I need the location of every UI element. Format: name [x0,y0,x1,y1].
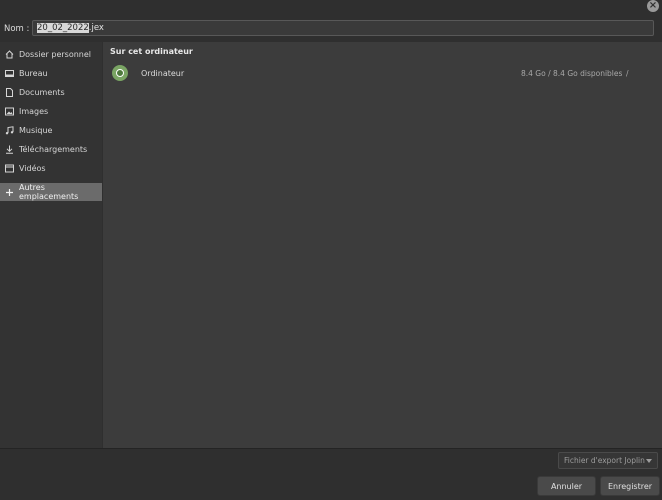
name-label: Nom : [4,24,30,34]
filename-selected-text: 20_02_2022 [37,23,89,33]
sidebar-item-label: Vidéos [19,163,46,173]
sidebar-item-label: Musique [19,125,53,135]
locations-pane: Sur cet ordinateur Ordinateur 8.4 Go / 8… [103,42,662,448]
music-icon [5,125,14,135]
location-path: / [626,69,629,78]
footer-divider [0,448,662,449]
section-title: Sur cet ordinateur [110,47,193,56]
cancel-button[interactable]: Annuler [537,476,596,496]
sidebar-item-label: Téléchargements [19,144,88,154]
sidebar-item-videos[interactable]: Vidéos [0,159,102,177]
location-space: 8.4 Go / 8.4 Go disponibles [521,69,623,78]
drive-icon [112,65,128,81]
sidebar-item-images[interactable]: Images [0,102,102,120]
location-row[interactable]: Ordinateur 8.4 Go / 8.4 Go disponibles / [103,62,662,86]
save-button[interactable]: Enregistrer [600,476,660,496]
download-icon [5,145,14,154]
chevron-down-icon [646,459,652,463]
file-type-value: Fichier d'export Joplin [564,456,645,465]
sidebar-item-other-locations[interactable]: Autres emplacements [0,183,102,201]
file-type-select[interactable]: Fichier d'export Joplin [558,452,658,469]
sidebar-item-documents[interactable]: Documents [0,83,102,101]
plus-icon [5,188,14,197]
sidebar: Dossier personnel Bureau Documents Image… [0,42,102,448]
desktop-icon [5,69,14,78]
sidebar-item-label: Bureau [19,68,48,78]
location-name: Ordinateur [141,69,185,78]
sidebar-item-downloads[interactable]: Téléchargements [0,140,102,158]
document-icon [5,87,14,97]
sidebar-item-home[interactable]: Dossier personnel [0,45,102,63]
home-icon [5,49,14,59]
close-button[interactable]: × [647,0,659,12]
sidebar-item-music[interactable]: Musique [0,121,102,139]
save-dialog: × Nom : 20_02_2022.jex Dossier personnel… [0,0,662,500]
image-icon [5,107,14,116]
sidebar-item-desktop[interactable]: Bureau [0,64,102,82]
sidebar-item-label: Documents [19,87,65,97]
filename-extension: .jex [88,23,104,33]
sidebar-item-label: Autres emplacements [19,183,79,201]
sidebar-item-label: Images [19,106,49,116]
sidebar-item-label: Dossier personnel [19,49,92,59]
video-icon [5,164,14,173]
filename-input[interactable]: 20_02_2022.jex [32,20,654,36]
